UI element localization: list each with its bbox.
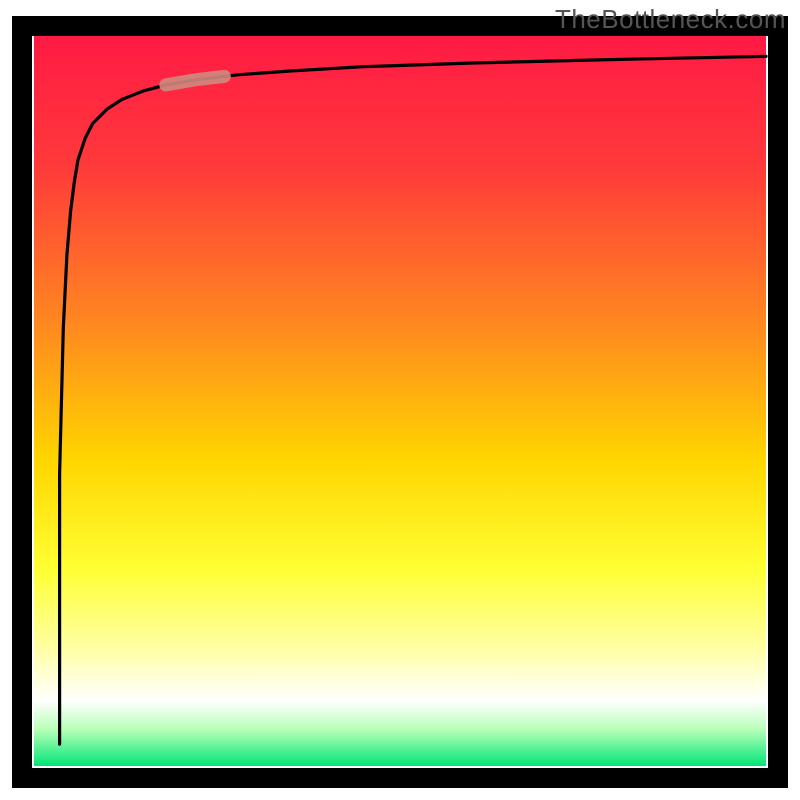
chart-frame: TheBottleneck.com [0,0,800,800]
watermark-label: TheBottleneck.com [555,4,786,35]
chart-svg [0,0,800,800]
gradient-background [34,36,766,766]
curve-highlight-icon [166,76,225,85]
plot-area [22,26,778,778]
